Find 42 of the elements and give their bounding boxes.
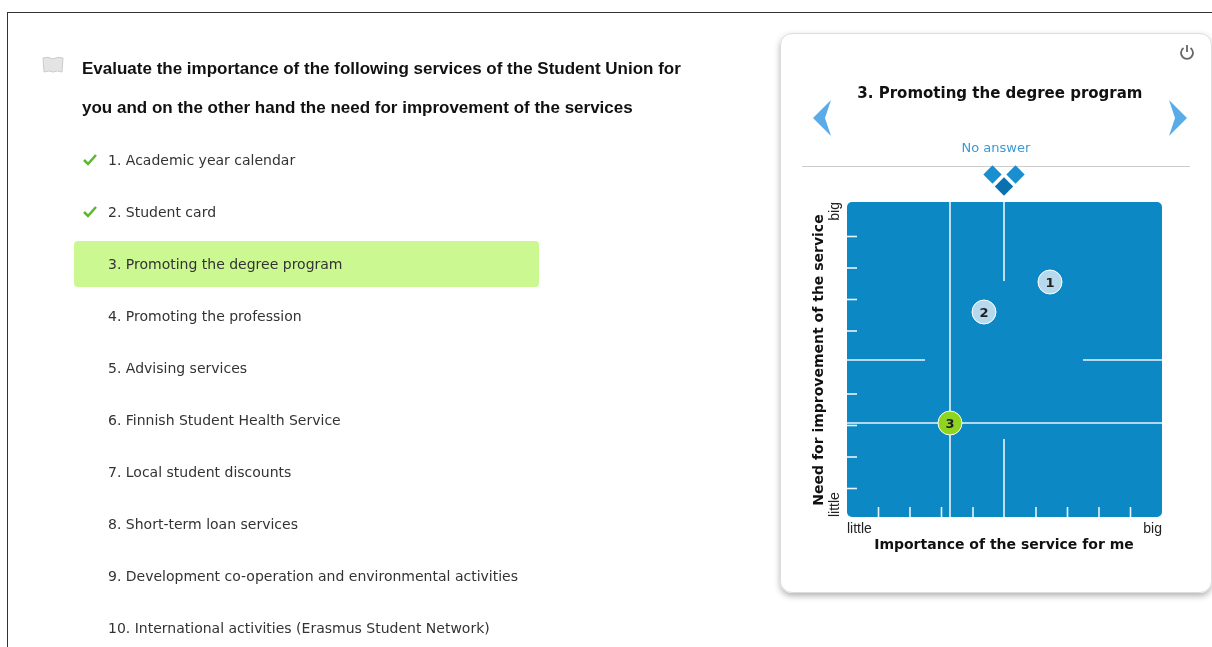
service-item[interactable]: 3. Promoting the degree program: [74, 241, 539, 287]
service-item[interactable]: 10. International activities (Erasmus Student Network): [74, 605, 539, 647]
marker-number: 1: [1045, 275, 1055, 290]
power-icon[interactable]: [1179, 44, 1195, 60]
marker-number: 2: [979, 305, 989, 320]
x-axis-title: Importance of the service for me: [874, 536, 1134, 552]
item-title: 3. Promoting the degree program: [857, 84, 1143, 102]
marker[interactable]: 3: [937, 410, 963, 436]
service-item[interactable]: 8. Short-term loan services: [74, 501, 539, 547]
answer-status: No answer: [961, 140, 1031, 155]
service-label: 6. Finnish Student Health Service: [108, 412, 341, 428]
marker-number: 3: [945, 416, 955, 431]
service-item[interactable]: 6. Finnish Student Health Service: [74, 397, 539, 443]
axis-max-label: big: [825, 202, 842, 221]
y-axis-title: Need for improvement of the service: [809, 214, 826, 506]
service-label: 5. Advising services: [108, 360, 248, 376]
logo-icon: [983, 165, 1025, 196]
checkmark-icon: [82, 205, 98, 219]
checkmark-icon: [82, 153, 98, 167]
service-item[interactable]: 2. Student card: [74, 189, 539, 235]
book-icon: [42, 55, 64, 73]
next-arrow-icon[interactable]: [1167, 100, 1189, 136]
service-label: 2. Student card: [108, 204, 217, 220]
service-item[interactable]: 9. Development co-operation and environmental activities: [74, 553, 539, 599]
marker[interactable]: 1: [1037, 269, 1063, 295]
service-label: 4. Promoting the profession: [108, 308, 302, 324]
service-item[interactable]: 4. Promoting the profession: [74, 293, 539, 339]
service-label: 8. Short-term loan services: [108, 516, 298, 532]
axis-min-label: little: [846, 520, 872, 536]
axis-max-label: big: [1143, 520, 1162, 536]
service-item[interactable]: 5. Advising services: [74, 345, 539, 391]
service-item[interactable]: 7. Local student discounts: [74, 449, 539, 495]
service-label: 1. Academic year calendar: [108, 152, 296, 168]
rating-board[interactable]: [846, 201, 1163, 518]
question-text: Evaluate the importance of the following services of the Student Union for you and on the other hand the need for improvement of the services: [82, 58, 682, 119]
service-label: 7. Local student discounts: [108, 464, 292, 480]
marker[interactable]: 2: [971, 299, 997, 325]
service-label: 9. Development co-operation and environmental activities: [108, 568, 518, 584]
service-item[interactable]: 1. Academic year calendar: [74, 137, 539, 183]
service-label: 3. Promoting the degree program: [108, 256, 343, 272]
service-label: 10. International activities (Erasmus Student Network): [108, 620, 490, 636]
axis-min-label: little: [825, 492, 842, 517]
